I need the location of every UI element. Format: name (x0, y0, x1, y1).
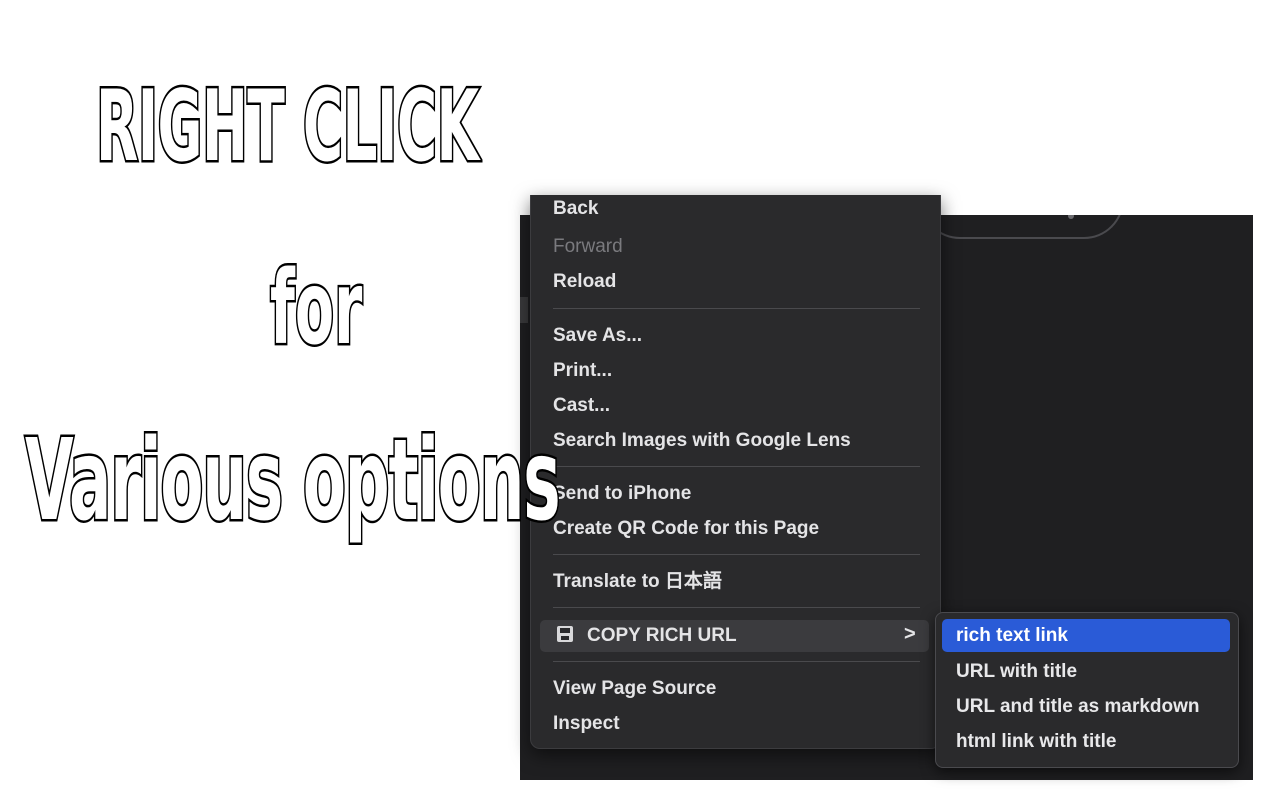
promo-stage: Back Forward Reload Save As... Print... … (0, 0, 1280, 800)
context-menu: Back Forward Reload Save As... Print... … (530, 195, 941, 749)
headline-for: for (269, 249, 364, 368)
menu-separator (553, 466, 920, 467)
menu-separator (553, 607, 920, 608)
menu-item-translate[interactable]: Translate to 日本語 (553, 570, 722, 594)
menu-item-reload[interactable]: Reload (553, 270, 616, 294)
browser-tab-edge (920, 215, 1124, 239)
menu-item-cast[interactable]: Cast... (553, 394, 610, 418)
copy-rich-url-submenu: rich text link URL with title URL and ti… (935, 612, 1239, 768)
menu-separator (553, 661, 920, 662)
menu-separator (553, 554, 920, 555)
chevron-right-icon: > (904, 623, 916, 645)
submenu-item-rich-text-link[interactable]: rich text link (956, 624, 1068, 648)
menu-item-send-to-phone[interactable]: Send to iPhone (553, 482, 691, 506)
menu-item-view-source[interactable]: View Page Source (553, 677, 716, 701)
submenu-item-url-title-markdown[interactable]: URL and title as markdown (956, 695, 1200, 719)
headline-right-click: RIGHT CLICK (95, 70, 481, 184)
menu-item-search-images[interactable]: Search Images with Google Lens (553, 429, 851, 453)
menu-item-qr-code[interactable]: Create QR Code for this Page (553, 517, 819, 541)
floppy-disk-icon (557, 626, 573, 642)
submenu-item-url-with-title[interactable]: URL with title (956, 660, 1077, 684)
headline-various-options: Various options (24, 416, 562, 546)
menu-item-save-as[interactable]: Save As... (553, 324, 642, 348)
menu-item-back[interactable]: Back (553, 197, 598, 221)
submenu-item-html-link[interactable]: html link with title (956, 730, 1116, 754)
menu-item-forward: Forward (553, 236, 623, 257)
menu-separator (553, 308, 920, 309)
browser-left-edge (520, 297, 528, 323)
menu-item-inspect[interactable]: Inspect (553, 712, 620, 736)
menu-item-copy-rich-url-label: COPY RICH URL (587, 625, 737, 646)
menu-item-print[interactable]: Print... (553, 359, 612, 383)
